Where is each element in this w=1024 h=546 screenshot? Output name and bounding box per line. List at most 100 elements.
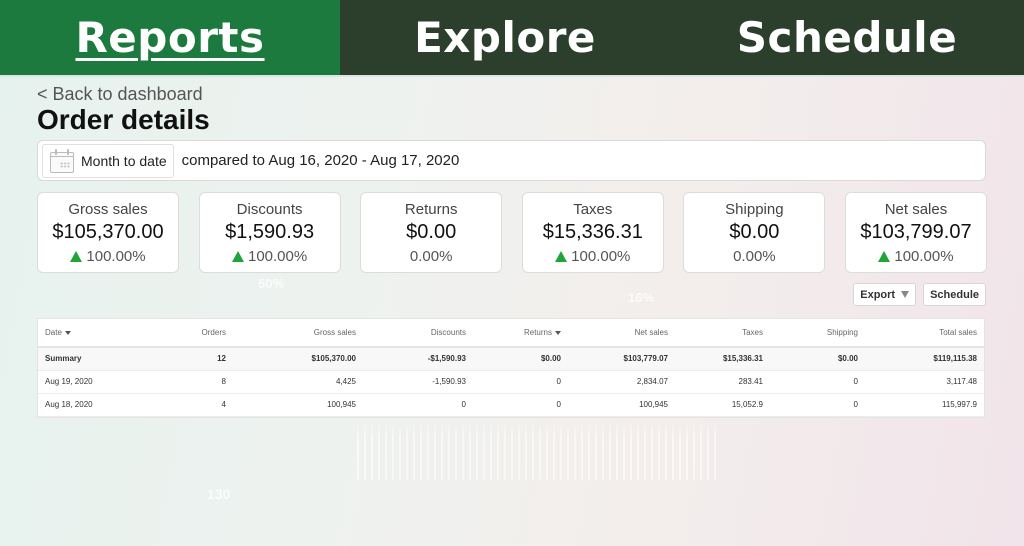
kpi-card-gross-sales[interactable]: Gross sales $105,370.00 100.00%: [37, 192, 179, 273]
orders-table: Date Orders Gross sales Discounts Return…: [37, 318, 985, 418]
back-to-dashboard-link[interactable]: < Back to dashboard: [37, 84, 203, 105]
trend-up-icon: [231, 250, 244, 262]
column-header-net-sales[interactable]: Net sales: [568, 319, 675, 347]
cell-returns: 0: [473, 393, 568, 417]
cell-shipping: $0.00: [770, 347, 865, 371]
kpi-card-shipping[interactable]: Shipping $0.00 0.00%: [683, 192, 826, 273]
nav-divider: [0, 75, 1024, 77]
cell-gross-sales: 100,945: [233, 393, 363, 417]
background-decor-label: 130: [207, 486, 231, 502]
trend-up-icon: [70, 250, 83, 262]
cell-orders: 4: [188, 393, 233, 417]
column-header-orders[interactable]: Orders: [188, 319, 233, 347]
table-row: Aug 18, 2020 4 100,945 0 0 100,945 15,05…: [38, 393, 984, 417]
page-title: Order details: [37, 104, 210, 135]
export-dropdown-button[interactable]: Export: [853, 283, 917, 306]
kpi-change-value: 0.00%: [733, 247, 776, 265]
kpi-change: 0.00%: [410, 248, 453, 265]
cell-returns: $0.00: [473, 347, 568, 371]
kpi-label: Discounts: [236, 200, 303, 218]
cell-net-sales: 100,945: [568, 393, 675, 417]
kpi-value: $0.00: [406, 220, 457, 243]
kpi-change-value: 100.00%: [894, 247, 954, 265]
cell-taxes: 283.41: [675, 370, 770, 394]
cell-total-sales: 115,997.9: [865, 393, 984, 417]
column-header-gross-sales[interactable]: Gross sales: [233, 319, 363, 347]
tab-explore-label: Explore: [414, 13, 596, 62]
kpi-change-value: 100.00%: [571, 247, 631, 265]
background-decor-label: 16%: [628, 290, 655, 305]
sort-caret-icon: [555, 330, 561, 335]
tab-reports-label: Reports: [75, 13, 265, 62]
background-decor-label: 50%: [258, 276, 285, 291]
comparison-text: compared to Aug 16, 2020 - Aug 17, 2020: [181, 152, 460, 169]
kpi-card-returns[interactable]: Returns $0.00 0.00%: [360, 192, 503, 273]
kpi-value: $105,370.00: [52, 220, 164, 243]
kpi-card-discounts[interactable]: Discounts $1,590.93 100.00%: [198, 192, 341, 273]
table-header-row: Date Orders Gross sales Discounts Return…: [38, 319, 984, 347]
schedule-label: Schedule: [930, 288, 979, 301]
cell-date: Summary: [38, 347, 188, 371]
cell-total-sales: 3,117.48: [865, 370, 984, 394]
caret-down-icon: [901, 291, 910, 298]
kpi-label: Returns: [404, 200, 458, 218]
top-navigation: Reports Explore Schedule: [0, 0, 1024, 75]
tab-reports[interactable]: Reports: [0, 0, 340, 75]
tab-explore[interactable]: Explore: [340, 0, 670, 75]
kpi-change-value: 0.00%: [409, 247, 453, 265]
kpi-value: $103,799.07: [860, 220, 972, 243]
cell-gross-sales: 4,425: [233, 370, 363, 394]
column-header-taxes[interactable]: Taxes: [675, 319, 770, 347]
cell-gross-sales: $105,370.00: [233, 347, 363, 371]
cell-shipping: 0: [770, 393, 865, 417]
tab-schedule[interactable]: Schedule: [670, 0, 1024, 75]
summary-row: Summary 12 $105,370.00 -$1,590.93 $0.00 …: [38, 347, 984, 371]
kpi-change: 100.00%: [70, 247, 146, 265]
date-range-bar: Month to date compared to Aug 16, 2020 -…: [37, 140, 986, 181]
trend-up-icon: [878, 250, 891, 262]
sort-caret-icon: [64, 330, 71, 335]
cell-net-sales: $103,779.07: [568, 347, 675, 371]
cell-taxes: 15,052.9: [675, 393, 770, 417]
cell-taxes: $15,336.31: [675, 347, 770, 371]
kpi-label: Gross sales: [68, 200, 148, 218]
kpi-card-net-sales[interactable]: Net sales $103,799.07 100.00%: [844, 192, 987, 273]
trend-up-icon: [555, 250, 568, 262]
cell-orders: 12: [188, 347, 233, 371]
column-header-shipping[interactable]: Shipping: [770, 319, 865, 347]
cell-returns: 0: [473, 370, 568, 394]
tab-group: Explore Schedule: [340, 0, 1024, 75]
tab-schedule-label: Schedule: [736, 13, 958, 62]
cell-net-sales: 2,834.07: [568, 370, 675, 394]
kpi-value: $1,590.93: [225, 220, 315, 243]
cell-discounts: 0: [363, 393, 473, 417]
kpi-label: Net sales: [884, 200, 948, 218]
cell-date: Aug 19, 2020: [38, 370, 188, 394]
cell-discounts: -$1,590.93: [363, 347, 473, 371]
date-range-label: Month to date: [81, 152, 167, 169]
cell-orders: 8: [188, 370, 233, 394]
calendar-icon: [49, 148, 75, 174]
kpi-change: 100.00%: [878, 247, 954, 265]
kpi-change: 100.00%: [555, 248, 630, 265]
column-header-date[interactable]: Date: [38, 319, 188, 347]
kpi-change-value: 100.00%: [86, 247, 146, 265]
column-header-total-sales[interactable]: Total sales: [865, 319, 984, 347]
kpi-card-taxes[interactable]: Taxes $15,336.31 100.00%: [521, 192, 664, 273]
table-actions: Export Schedule: [853, 283, 986, 306]
kpi-value: $0.00: [729, 220, 780, 243]
cell-shipping: 0: [770, 370, 865, 394]
kpi-change: 0.00%: [733, 248, 776, 265]
cell-discounts: -1,590.93: [363, 370, 473, 394]
schedule-button[interactable]: Schedule: [923, 283, 986, 306]
date-range-button[interactable]: Month to date: [42, 143, 174, 178]
kpi-value: $15,336.31: [542, 220, 643, 243]
kpi-cards: Gross sales $105,370.00 100.00% Discount…: [37, 192, 987, 273]
cell-date: Aug 18, 2020: [38, 393, 188, 417]
background-decor-bars: [357, 420, 717, 480]
kpi-label: Shipping: [725, 200, 784, 218]
column-header-discounts[interactable]: Discounts: [363, 319, 473, 347]
column-header-returns[interactable]: Returns: [473, 319, 568, 347]
table-row: Aug 19, 2020 8 4,425 -1,590.93 0 2,834.0…: [38, 370, 984, 394]
kpi-change: 100.00%: [231, 248, 307, 265]
